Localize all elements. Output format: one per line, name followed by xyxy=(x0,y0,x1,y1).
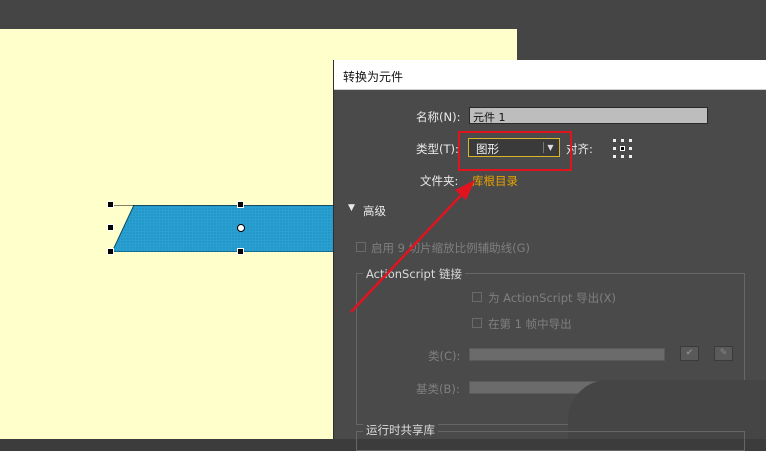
base-class-label: 基类(B): xyxy=(416,382,460,396)
runtime-shared-label: 运行时共享库 xyxy=(363,422,438,438)
scale9-label: 启用 9 切片缩放比例辅助线(G) xyxy=(371,241,531,255)
export-frame1-label: 在第 1 帧中导出 xyxy=(488,317,572,331)
export-frame1-checkbox[interactable] xyxy=(472,318,482,328)
export-actionscript-checkbox[interactable] xyxy=(472,292,482,302)
workspace: 转换为元件 名称(N): 元件 1 类型(T): 图形 ▼ 对齐: 文件夹: 库… xyxy=(0,0,766,451)
actionscript-group-label: ActionScript 链接 xyxy=(363,266,466,282)
type-label: 类型(T): xyxy=(416,142,459,156)
scale9-checkbox[interactable] xyxy=(356,242,366,252)
export-actionscript-label: 为 ActionScript 导出(X) xyxy=(488,291,617,305)
library-root-link[interactable]: 库根目录 xyxy=(472,173,518,189)
convert-to-symbol-dialog: 转换为元件 名称(N): 元件 1 类型(T): 图形 ▼ 对齐: 文件夹: 库… xyxy=(333,60,766,451)
pencil-icon[interactable]: ✎ xyxy=(714,346,733,361)
name-input[interactable]: 元件 1 xyxy=(469,107,708,124)
annotation-highlight-box xyxy=(458,131,572,171)
dialog-titlebar[interactable]: 转换为元件 xyxy=(334,60,766,90)
transform-handle-bottom[interactable] xyxy=(237,248,244,255)
class-label: 类(C): xyxy=(428,349,461,363)
dialog-title: 转换为元件 xyxy=(343,70,404,84)
transform-handle-tl[interactable] xyxy=(107,201,114,208)
registration-grid-icon[interactable] xyxy=(613,139,633,159)
name-label: 名称(N): xyxy=(416,110,461,124)
transform-handle-left[interactable] xyxy=(107,224,114,231)
advanced-toggle[interactable]: 高级 xyxy=(363,203,386,219)
transform-handle-bl[interactable] xyxy=(107,248,114,255)
selected-shape[interactable] xyxy=(111,204,338,253)
transform-handle-top[interactable] xyxy=(237,201,244,208)
folder-label: 文件夹: xyxy=(420,174,459,188)
check-icon[interactable]: ✔ xyxy=(680,346,699,361)
parallelogram-shape[interactable] xyxy=(111,204,338,253)
triangle-down-icon[interactable]: ▼ xyxy=(348,203,355,213)
class-input[interactable] xyxy=(469,348,665,361)
transform-pivot[interactable] xyxy=(237,224,245,232)
